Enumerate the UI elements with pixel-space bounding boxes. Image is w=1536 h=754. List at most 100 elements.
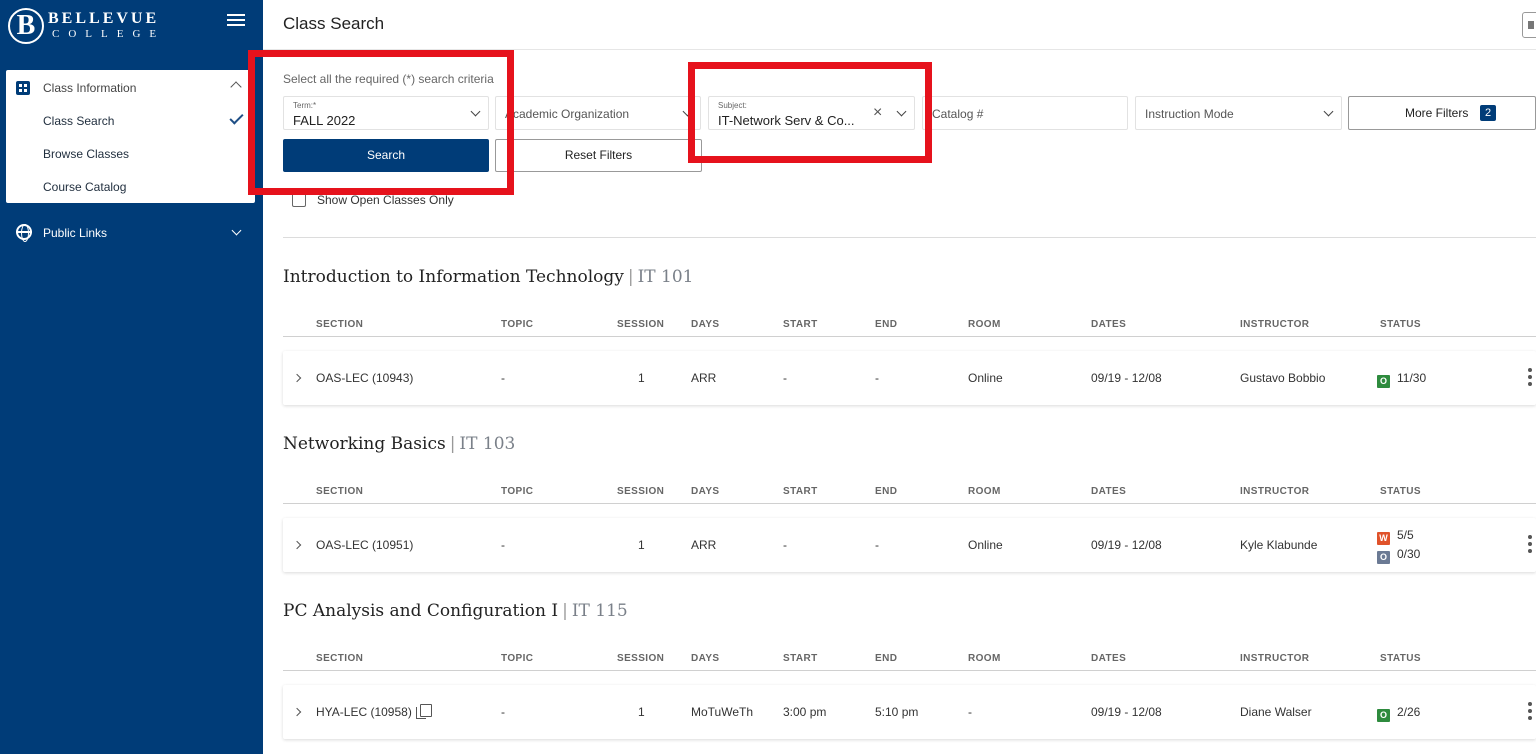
column-header-days: DAYS — [691, 653, 720, 664]
column-header-instructor: INSTRUCTOR — [1240, 319, 1310, 330]
column-header-instructor: INSTRUCTOR — [1240, 486, 1310, 497]
cell-topic: - — [501, 371, 505, 385]
chevron-right-icon[interactable] — [292, 373, 302, 383]
results-divider — [283, 237, 1536, 238]
status-count: 0/30 — [1397, 547, 1421, 561]
cell-end: 5:10 pm — [875, 705, 919, 719]
column-header-dates: DATES — [1091, 319, 1127, 330]
column-header-section: SECTION — [316, 486, 364, 497]
logo-name-top: BELLEVUE — [48, 10, 160, 27]
sidebar-item-class-search[interactable]: Class Search — [43, 114, 114, 128]
column-header-dates: DATES — [1091, 486, 1127, 497]
course-title: Introduction to Information Technology | I… — [283, 267, 694, 287]
class-row[interactable]: OAS-LEC (10943) - 1 ARR - - Online 09/19 - 12/0… — [283, 351, 1536, 405]
reset-filters-button[interactable]: Reset Filters — [495, 139, 702, 172]
course-title: Networking Basics | IT 103 — [283, 434, 515, 454]
cell-dates: 09/19 - 12/08 — [1091, 371, 1162, 385]
column-header-section: SECTION — [316, 319, 364, 330]
cell-instructor: Gustavo Bobbio — [1240, 371, 1326, 385]
cell-start: - — [783, 538, 787, 552]
column-header-session: SESSION — [617, 653, 665, 664]
course-code: IT 103 — [459, 434, 516, 454]
menu-icon[interactable] — [227, 14, 245, 28]
cell-instructor: Kyle Klabunde — [1240, 538, 1318, 552]
more-options-icon[interactable] — [1528, 702, 1532, 722]
cell-room: - — [968, 705, 972, 719]
status-badge: O — [1377, 709, 1390, 722]
annotation-box-term — [248, 50, 514, 195]
cell-session: 1 — [638, 538, 645, 552]
course-name: PC Analysis and Configuration I — [283, 601, 559, 621]
course-code: IT 115 — [571, 601, 628, 621]
course-separator: | — [562, 601, 568, 621]
more-filters-button[interactable]: More Filters 2 — [1348, 96, 1536, 130]
open-classes-checkbox[interactable] — [292, 193, 306, 207]
header-divider — [283, 503, 1536, 504]
catalog-placeholder: Catalog # — [932, 107, 984, 121]
cell-dates: 09/19 - 12/08 — [1091, 705, 1162, 719]
chevron-down-icon — [231, 225, 242, 236]
cell-days: ARR — [691, 538, 717, 552]
nav-panel-class-information: Class Information Class Search Browse Cl… — [6, 70, 255, 203]
copy-icon[interactable] — [416, 704, 432, 719]
cell-section: OAS-LEC (10951) — [316, 538, 414, 552]
cell-session: 1 — [638, 705, 645, 719]
column-header-end: END — [875, 319, 898, 330]
column-header-topic: TOPIC — [501, 653, 534, 664]
instruction-mode-select[interactable]: Instruction Mode — [1135, 96, 1342, 130]
globe-icon — [16, 224, 32, 242]
course-separator: | — [627, 267, 634, 287]
column-header-end: END — [875, 486, 898, 497]
column-header-status: STATUS — [1380, 486, 1421, 497]
status-count: 11/30 — [1397, 371, 1427, 385]
status-count: 2/26 — [1397, 705, 1421, 719]
sidebar-item-public-links[interactable]: Public Links — [0, 218, 263, 248]
grid-icon — [16, 81, 30, 95]
cell-room: Online — [968, 538, 1003, 552]
cell-topic: - — [501, 538, 505, 552]
cell-session: 1 — [638, 371, 645, 385]
column-header-session: SESSION — [617, 486, 665, 497]
logo-name-bottom: COLLEGE — [52, 28, 166, 40]
chevron-down-icon — [1323, 106, 1334, 117]
nav-group-class-information[interactable]: Class Information — [6, 70, 255, 104]
more-options-icon[interactable] — [1528, 535, 1532, 555]
column-header-days: DAYS — [691, 486, 720, 497]
class-row[interactable]: HYA-LEC (10958) - 1 MoTuWeTh 3:00 pm 5:10 pm -… — [283, 685, 1536, 739]
sidebar: B BELLEVUE COLLEGE Class Information Cla… — [0, 0, 263, 754]
column-header-days: DAYS — [691, 319, 720, 330]
academic-organization-placeholder: Academic Organization — [505, 107, 630, 121]
course-separator: | — [449, 434, 456, 454]
class-row[interactable]: OAS-LEC (10951) - 1 ARR - - Online 09/19 - 12/0… — [283, 518, 1536, 572]
open-classes-label[interactable]: Show Open Classes Only — [317, 193, 454, 207]
annotation-box-subject — [688, 62, 932, 163]
column-header-topic: TOPIC — [501, 319, 534, 330]
cell-days: MoTuWeTh — [691, 705, 754, 719]
header-divider — [283, 670, 1536, 671]
column-header-start: START — [783, 653, 818, 664]
college-logo[interactable]: B BELLEVUE COLLEGE — [8, 8, 208, 44]
check-icon — [229, 110, 244, 125]
chevron-right-icon[interactable] — [292, 540, 302, 550]
status-badge: O — [1377, 551, 1390, 564]
column-header-room: ROOM — [968, 486, 1001, 497]
column-header-session: SESSION — [617, 319, 665, 330]
academic-organization-select[interactable]: Academic Organization — [495, 96, 701, 130]
column-header-start: START — [783, 486, 818, 497]
column-header-end: END — [875, 653, 898, 664]
public-links-label: Public Links — [43, 226, 108, 240]
sidebar-item-course-catalog[interactable]: Course Catalog — [43, 180, 126, 194]
course-title: PC Analysis and Configuration I | IT 115 — [283, 601, 628, 621]
column-header-dates: DATES — [1091, 653, 1127, 664]
course-name: Introduction to Information Technology — [283, 267, 624, 287]
catalog-number-input[interactable]: Catalog # — [922, 96, 1128, 130]
logo-mark: B — [8, 8, 44, 44]
cell-end: - — [875, 538, 879, 552]
sidebar-item-browse-classes[interactable]: Browse Classes — [43, 147, 129, 161]
chevron-right-icon[interactable] — [292, 707, 302, 717]
more-options-icon[interactable] — [1528, 368, 1532, 388]
column-header-section: SECTION — [316, 653, 364, 664]
cell-dates: 09/19 - 12/08 — [1091, 538, 1162, 552]
status-line: O 0/30 — [1377, 547, 1420, 564]
pin-button[interactable] — [1522, 12, 1536, 38]
